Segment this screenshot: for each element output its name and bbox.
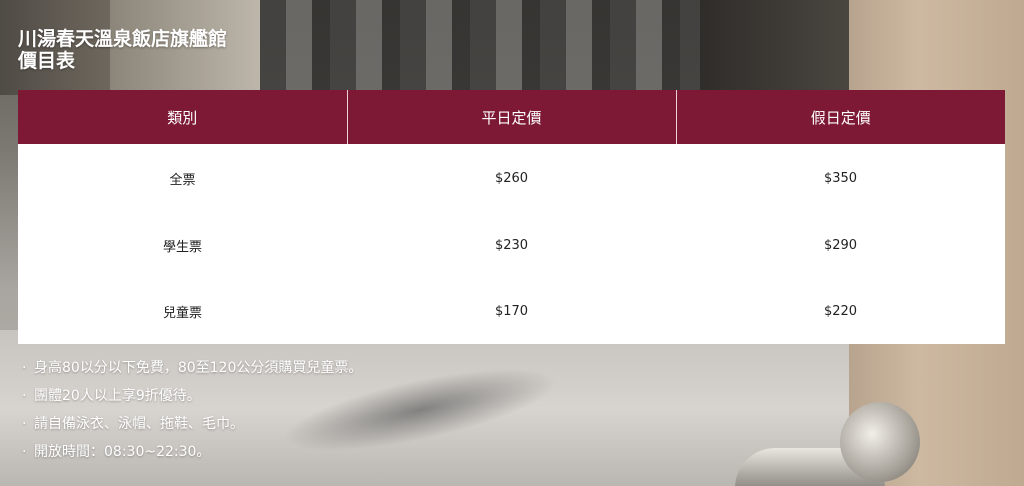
list-item: · 團體20人以上享9折優待。 (22, 382, 362, 410)
note-text: 開放時間：08:30~22:30。 (34, 444, 211, 460)
ticket-type-cell: 全票 (169, 172, 196, 188)
holiday-price-cell: $290 (823, 237, 858, 253)
page-title-line-2: 價目表 (18, 50, 76, 72)
note-text: 請自備泳衣、泳帽、拖鞋、毛巾。 (34, 416, 244, 432)
column-header-holiday-price: 假日定價 (675, 90, 1005, 144)
list-item: · 請自備泳衣、泳帽、拖鞋、毛巾。 (22, 410, 362, 438)
holiday-price-cell: $220 (823, 303, 858, 319)
weekday-price-cell: $230 (494, 237, 529, 253)
page-title-line-1: 川湯春天溫泉飯店旗艦館 (18, 28, 228, 50)
table-row: 兒童票 $170 $220 (18, 278, 1005, 344)
weekday-price-cell: $260 (494, 170, 529, 186)
ticket-type-cell: 兒童票 (162, 305, 202, 321)
weekday-price-cell: $170 (494, 303, 529, 319)
page-title: 川湯春天溫泉飯店旗艦館 價目表 (18, 28, 227, 72)
ticket-type-cell: 學生票 (162, 239, 202, 255)
note-text: 身高80以分以下免費，80至120公分須購買兒童票。 (34, 360, 363, 376)
table-header-row: 類別 平日定價 假日定價 (18, 90, 1005, 144)
bullet: · (22, 360, 27, 376)
column-header-category: 類別 (18, 90, 348, 144)
column-header-weekday-price: 平日定價 (346, 90, 677, 144)
table-row: 學生票 $230 $290 (18, 212, 1005, 278)
bullet: · (22, 416, 27, 432)
list-item: · 身高80以分以下免費，80至120公分須購買兒童票。 (22, 354, 362, 382)
table-row: 全票 $260 $350 (18, 144, 1005, 212)
bullet: · (22, 444, 27, 460)
bullet: · (22, 388, 27, 404)
notes-list: · 身高80以分以下免費，80至120公分須購買兒童票。 · 團體20人以上享9折優… (22, 354, 362, 466)
list-item: · 開放時間：08:30~22:30。 (22, 438, 362, 466)
note-text: 團體20人以上享9折優待。 (34, 388, 201, 404)
holiday-price-cell: $350 (823, 170, 858, 186)
price-section: 川湯春天溫泉飯店旗艦館 價目表 類別 平日定價 假日定價 全票 $260 $35… (0, 0, 1024, 486)
price-table: 類別 平日定價 假日定價 全票 $260 $350 學生票 $230 $290 … (18, 90, 1005, 344)
